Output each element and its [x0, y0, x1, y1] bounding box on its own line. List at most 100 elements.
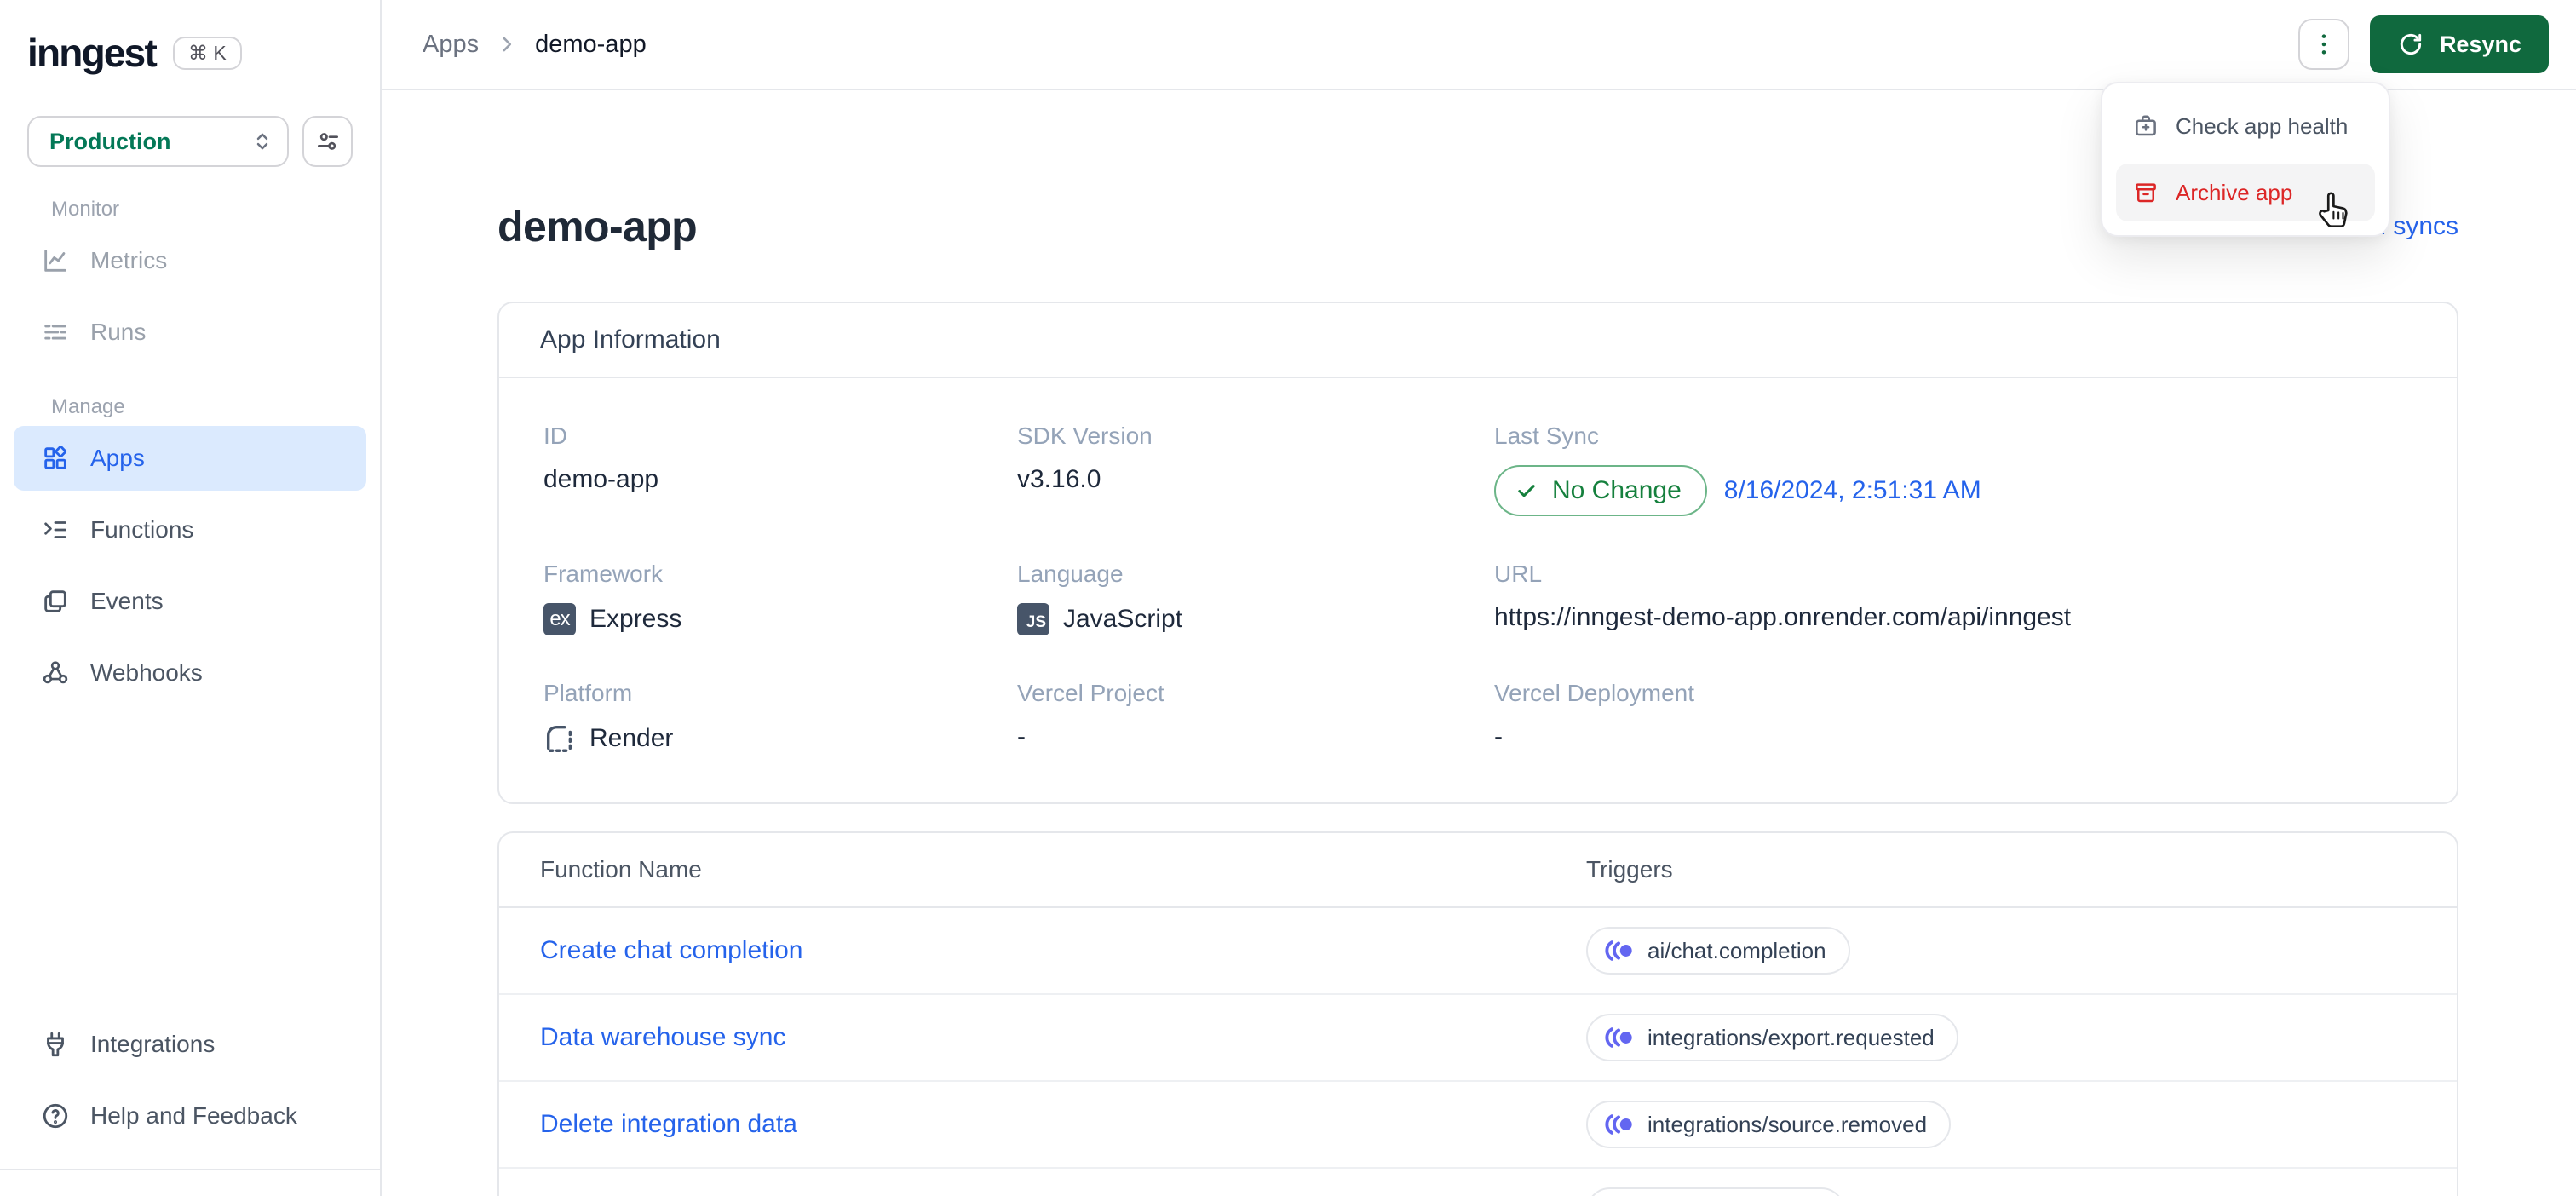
field-vercel-deployment: Vercel Deployment - [1494, 680, 2416, 755]
breadcrumb-apps[interactable]: Apps [423, 31, 479, 59]
event-trigger-icon [1605, 940, 1632, 961]
menu-item-check-app-health[interactable]: Check app health [2116, 97, 2375, 155]
help-question-icon [43, 1103, 68, 1129]
sidebar-item-metrics[interactable]: Metrics [14, 228, 366, 293]
field-value: v3.16.0 [1017, 465, 1101, 493]
webhook-icon [43, 661, 68, 684]
environment-selector[interactable]: Production [27, 116, 290, 167]
functions-icon [44, 521, 66, 538]
app-url: https://inngest-demo-app.onrender.com/ap… [1494, 603, 2072, 631]
last-sync-value: No Change 8/16/2024, 2:51:31 AM [1494, 465, 2416, 516]
sidebar: inngest ⌘ K Production Monitor Metrics R… [0, 0, 382, 1196]
function-row: Data warehouse sync integrations/export.… [499, 995, 2457, 1082]
function-row: Create chat completion ai/chat.completio… [499, 908, 2457, 995]
page-title: demo-app [497, 203, 698, 250]
field-label: Last Sync [1494, 423, 1599, 449]
trigger-pill[interactable]: integrations/source.removed [1586, 1101, 1952, 1148]
sidebar-item-help[interactable]: Help and Feedback [14, 1084, 366, 1148]
inngest-dashboard: inngest ⌘ K Production Monitor Metrics R… [0, 0, 2576, 1196]
sidebar-item-runs[interactable]: Runs [14, 300, 366, 365]
trigger-name: ai/chat.completion [1647, 937, 1826, 963]
function-link[interactable]: Create chat completion [540, 936, 1586, 965]
environment-filter-button[interactable] [302, 116, 353, 167]
nav-section-monitor: Monitor [51, 198, 120, 221]
render-platform-icon [546, 725, 572, 752]
field-label: Vercel Deployment [1494, 680, 1695, 706]
no-change-badge: No Change [1494, 465, 1707, 516]
field-label: URL [1494, 561, 1543, 587]
function-link[interactable]: Delete integration data [540, 1110, 1586, 1139]
resync-button[interactable]: Resync [2369, 15, 2549, 73]
last-sync-timestamp-link[interactable]: 8/16/2024, 2:51:31 AM [1724, 476, 1981, 505]
sidebar-item-events[interactable]: Events [14, 569, 366, 634]
framework-value: ex Express [543, 603, 1017, 635]
sidebar-item-apps[interactable]: Apps [14, 426, 366, 491]
trigger-pill[interactable]: ai/video.uploaded [1586, 1187, 1845, 1196]
sidebar-bottom-divider [0, 1169, 380, 1196]
field-label: Framework [543, 561, 664, 587]
sidebar-item-label: Integrations [90, 1031, 216, 1057]
framework-name: Express [589, 605, 682, 633]
event-trigger-icon [1605, 1114, 1632, 1135]
field-value: - [1017, 722, 1026, 750]
trigger-name: integrations/export.requested [1647, 1024, 1935, 1050]
sidebar-item-webhooks[interactable]: Webhooks [14, 641, 366, 705]
field-vercel-project: Vercel Project - [1017, 680, 1494, 755]
events-icon [44, 590, 66, 612]
field-url: URL https://inngest-demo-app.onrender.co… [1494, 561, 2416, 635]
logo-row: inngest ⌘ K [0, 24, 380, 82]
sidebar-nav: Monitor Metrics Runs Manage Apps Functio… [0, 198, 380, 712]
app-information-grid: ID demo-app SDK Version v3.16.0 Last Syn… [499, 378, 2457, 802]
health-kit-icon [2136, 115, 2156, 136]
chevron-up-down-icon [256, 133, 268, 150]
environment-selected-label: Production [49, 128, 171, 154]
field-label: Platform [543, 680, 633, 706]
app-information-title: App Information [499, 303, 2457, 378]
platform-name: Render [589, 724, 674, 752]
function-link[interactable]: Data warehouse sync [540, 1023, 1586, 1052]
field-value: demo-app [543, 465, 659, 493]
app-actions-menu-button[interactable] [2297, 19, 2349, 70]
sidebar-item-label: Webhooks [90, 659, 203, 686]
sidebar-item-functions[interactable]: Functions [14, 497, 366, 562]
field-platform: Platform Render [543, 680, 1017, 755]
sidebar-item-label: Functions [90, 516, 194, 543]
environment-row: Production [0, 116, 380, 167]
sidebar-item-integrations[interactable]: Integrations [14, 1012, 366, 1077]
resync-label: Resync [2439, 31, 2521, 57]
archive-box-icon [2136, 183, 2156, 203]
sidebar-item-label: Metrics [90, 247, 168, 273]
field-language: Language JS JavaScript [1017, 561, 1494, 635]
function-row: Generate video transcript ai/video.uploa… [499, 1169, 2457, 1196]
language-value: JS JavaScript [1017, 603, 1494, 635]
express-icon: ex [543, 603, 576, 635]
field-framework: Framework ex Express [543, 561, 1017, 635]
runs-list-icon [44, 325, 66, 340]
inngest-logo: inngest [27, 31, 158, 75]
trigger-pill[interactable]: integrations/export.requested [1586, 1014, 1958, 1061]
menu-item-label: Check app health [2176, 112, 2349, 139]
sidebar-item-label: Runs [90, 319, 147, 345]
sidebar-footer: Integrations Help and Feedback [0, 1012, 380, 1196]
plug-icon [47, 1032, 64, 1057]
functions-table-card: Function Name Triggers Create chat compl… [497, 831, 2458, 1196]
nav-section-manage: Manage [51, 395, 125, 418]
column-function-name: Function Name [540, 856, 702, 883]
command-k-shortcut-badge[interactable]: ⌘ K [172, 36, 242, 70]
kebab-dots-icon [2321, 34, 2326, 55]
sidebar-item-label: Apps [90, 445, 145, 471]
platform-value: Render [543, 722, 1017, 755]
trigger-name: integrations/source.removed [1647, 1111, 1928, 1137]
field-label: ID [543, 423, 567, 449]
content: demo-app See all syncs App Information I… [382, 90, 2576, 1196]
functions-table-header: Function Name Triggers [499, 833, 2457, 908]
event-trigger-icon [1605, 1027, 1632, 1048]
javascript-icon: JS [1017, 603, 1049, 635]
sliders-icon [317, 133, 338, 150]
trigger-pill[interactable]: ai/chat.completion [1586, 927, 1850, 975]
breadcrumb: Apps demo-app [423, 31, 647, 59]
topbar-actions: Resync [2297, 15, 2549, 73]
menu-item-label: Archive app [2176, 179, 2293, 205]
sync-icon [2400, 33, 2422, 55]
field-id: ID demo-app [543, 423, 1017, 516]
